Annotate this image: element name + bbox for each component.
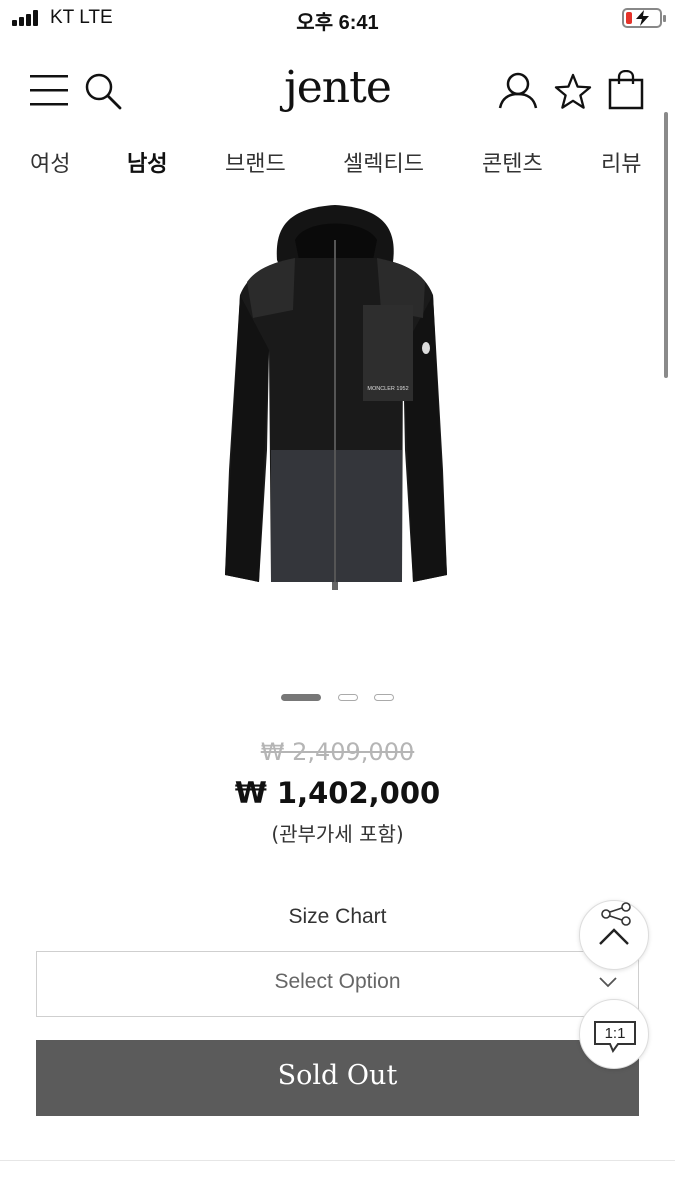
chevron-up-icon bbox=[599, 928, 629, 945]
sold-out-label: Sold Out bbox=[277, 1060, 398, 1091]
option-select-placeholder: Select Option bbox=[274, 970, 401, 993]
page-scrollbar[interactable] bbox=[664, 112, 668, 378]
nav-item-men[interactable]: 남성 bbox=[127, 146, 167, 178]
charging-bolt-icon bbox=[636, 10, 649, 26]
chevron-down-icon bbox=[599, 977, 617, 988]
product-brand-label: MONCLER 1952 bbox=[367, 386, 408, 392]
original-price: ₩ 2,409,000 bbox=[260, 738, 415, 766]
gallery-dot-1[interactable] bbox=[281, 694, 321, 701]
battery-icon bbox=[622, 8, 666, 28]
scroll-top-button[interactable] bbox=[579, 900, 649, 970]
nav-item-review[interactable]: 리뷰 bbox=[601, 146, 641, 178]
status-bar: KT LTE 오후 6:41 bbox=[0, 0, 675, 38]
star-icon[interactable] bbox=[554, 73, 592, 109]
nav-item-brand[interactable]: 브랜드 bbox=[225, 146, 286, 178]
product-image[interactable]: MONCLER 1952 bbox=[195, 200, 480, 595]
gallery-dot-2[interactable] bbox=[338, 694, 358, 701]
sold-out-button[interactable]: Sold Out bbox=[36, 1040, 639, 1116]
option-select[interactable]: Select Option bbox=[36, 951, 639, 1017]
bottom-divider bbox=[0, 1160, 675, 1161]
bag-icon[interactable] bbox=[608, 69, 644, 110]
size-chart-link[interactable]: Size Chart bbox=[0, 905, 675, 929]
category-nav: 여성 남성 브랜드 셀렉티드 콘텐츠 리뷰 bbox=[0, 146, 675, 182]
price-tax-note: (관부가세 포함) bbox=[271, 822, 404, 846]
one-to-one-chat-button[interactable]: 1:1 bbox=[579, 999, 649, 1069]
nav-item-content[interactable]: 콘텐츠 bbox=[482, 146, 543, 178]
gallery-dot-3[interactable] bbox=[374, 694, 394, 701]
chat-label: 1:1 bbox=[604, 1025, 626, 1042]
sale-price: ₩ 1,402,000 bbox=[234, 776, 441, 810]
user-icon[interactable] bbox=[498, 72, 538, 110]
nav-item-selected[interactable]: 셀렉티드 bbox=[343, 146, 424, 178]
gallery-pagination bbox=[0, 694, 675, 704]
nav-item-women[interactable]: 여성 bbox=[30, 146, 70, 178]
status-time: 오후 6:41 bbox=[296, 12, 379, 34]
